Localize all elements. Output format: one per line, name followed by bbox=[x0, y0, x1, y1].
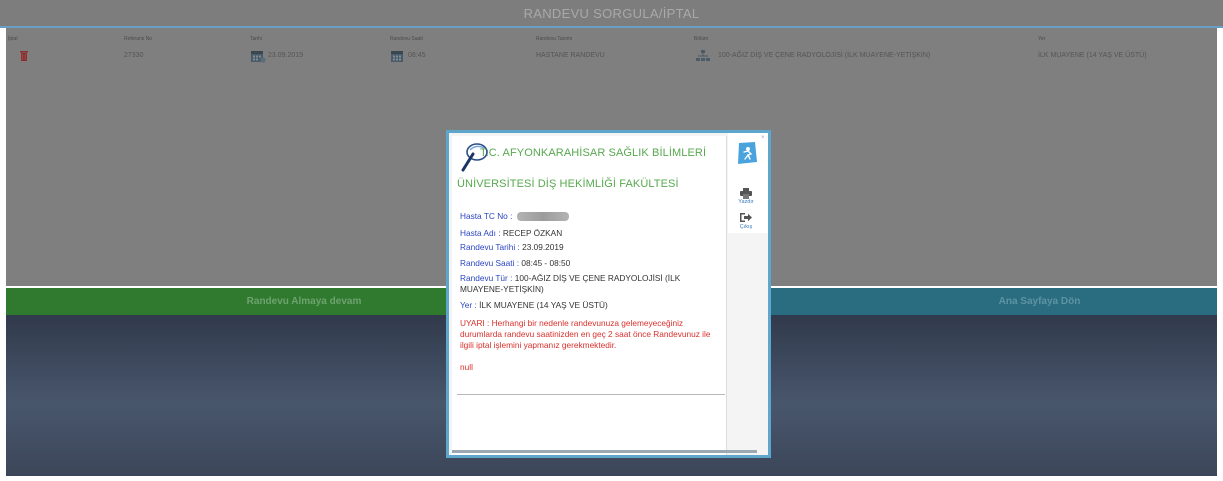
modal-actions: Yazdır Çıkış bbox=[728, 133, 768, 233]
place-field: Yer : İLK MUAYENE (14 YAŞ VE ÜSTÜ) bbox=[460, 300, 722, 311]
header-tanim: Randevu Tanımı bbox=[536, 36, 573, 42]
calendar-icon bbox=[390, 49, 404, 68]
print-label[interactable]: Yazdır bbox=[731, 199, 761, 205]
bolum-value: 100-AĞIZ DİŞ VE ÇENE RADYOLOJİSİ (İLK MU… bbox=[718, 52, 931, 59]
header-iptal: İptal bbox=[8, 36, 18, 42]
close-icon[interactable]: × bbox=[761, 135, 765, 141]
tarih-value: 23.09.2019 bbox=[268, 52, 304, 59]
header-saat: Randevu Saati bbox=[390, 36, 423, 42]
app-logo-icon bbox=[736, 141, 758, 170]
header-referans-no: Referans No bbox=[124, 36, 153, 42]
tc-label: Hasta TC No : bbox=[460, 211, 515, 221]
warning-text: Herhangi bir nedenle randevunuza gelemey… bbox=[460, 318, 711, 350]
header-yer: Yer bbox=[1038, 36, 1046, 42]
warning-field: UYARI : Herhangi bir nedenle randevunuza… bbox=[460, 318, 722, 351]
appointment-receipt-modal: T.C. AFYONKARAHİSAR SAĞLIK BİLİMLERİ ÜNİ… bbox=[446, 130, 771, 458]
org-name-line2: ÜNİVERSİTESİ DİŞ HEKİMLİĞİ FAKÜLTESİ bbox=[457, 178, 679, 190]
tanim-value: HASTANE RANDEVU bbox=[536, 52, 605, 59]
place-label: Yer : bbox=[460, 300, 480, 310]
calendar-icon bbox=[250, 49, 266, 68]
header-bolum: Bölüm bbox=[694, 36, 709, 42]
modal-scrollbar[interactable] bbox=[452, 450, 757, 453]
referans-no: 27330 bbox=[124, 52, 144, 59]
divider bbox=[457, 394, 725, 395]
hierarchy-icon bbox=[696, 49, 710, 67]
tc-redacted bbox=[516, 212, 569, 222]
date-field: Randevu Tarihi : 23.09.2019 bbox=[460, 242, 722, 253]
org-name-line1: T.C. AFYONKARAHİSAR SAĞLIK BİLİMLERİ bbox=[480, 147, 707, 159]
name-field: Hasta Adı : RECEP ÖZKAN bbox=[460, 228, 722, 239]
tc-field: Hasta TC No : bbox=[460, 211, 722, 222]
yer-value: İLK MUAYENE (14 YAŞ VE ÜSTÜ) bbox=[1038, 52, 1147, 59]
time-field: Randevu Saati : 08:45 - 08:50 bbox=[460, 258, 722, 269]
receipt-content: T.C. AFYONKARAHİSAR SAĞLIK BİLİMLERİ ÜNİ… bbox=[452, 136, 727, 455]
extra-note: null bbox=[460, 362, 473, 372]
date-value: 23.09.2019 bbox=[522, 242, 564, 252]
header-tarih: Tarihi bbox=[250, 36, 262, 42]
page-title: RANDEVU SORGULA/İPTAL bbox=[0, 0, 1223, 28]
page: RANDEVU SORGULA/İPTAL İptal Referans No … bbox=[0, 0, 1223, 481]
name-value: RECEP ÖZKAN bbox=[502, 228, 563, 238]
name-label: Hasta Adı : bbox=[460, 228, 503, 238]
place-value: İLK MUAYENE (14 YAŞ VE ÜSTÜ) bbox=[479, 300, 608, 310]
exit-label[interactable]: Çıkış bbox=[731, 224, 761, 230]
trash-icon[interactable] bbox=[19, 49, 29, 67]
warning-label: UYARI : bbox=[460, 318, 492, 328]
saat-value: 08:45 bbox=[408, 52, 426, 59]
time-label: Randevu Saati : bbox=[460, 258, 522, 268]
type-field: Randevu Tür : 100-AĞIZ DİŞ VE ÇENE RADYO… bbox=[460, 273, 722, 295]
date-label: Randevu Tarihi : bbox=[460, 242, 523, 252]
type-label: Randevu Tür : bbox=[460, 273, 515, 283]
time-value: 08:45 - 08:50 bbox=[521, 258, 571, 268]
